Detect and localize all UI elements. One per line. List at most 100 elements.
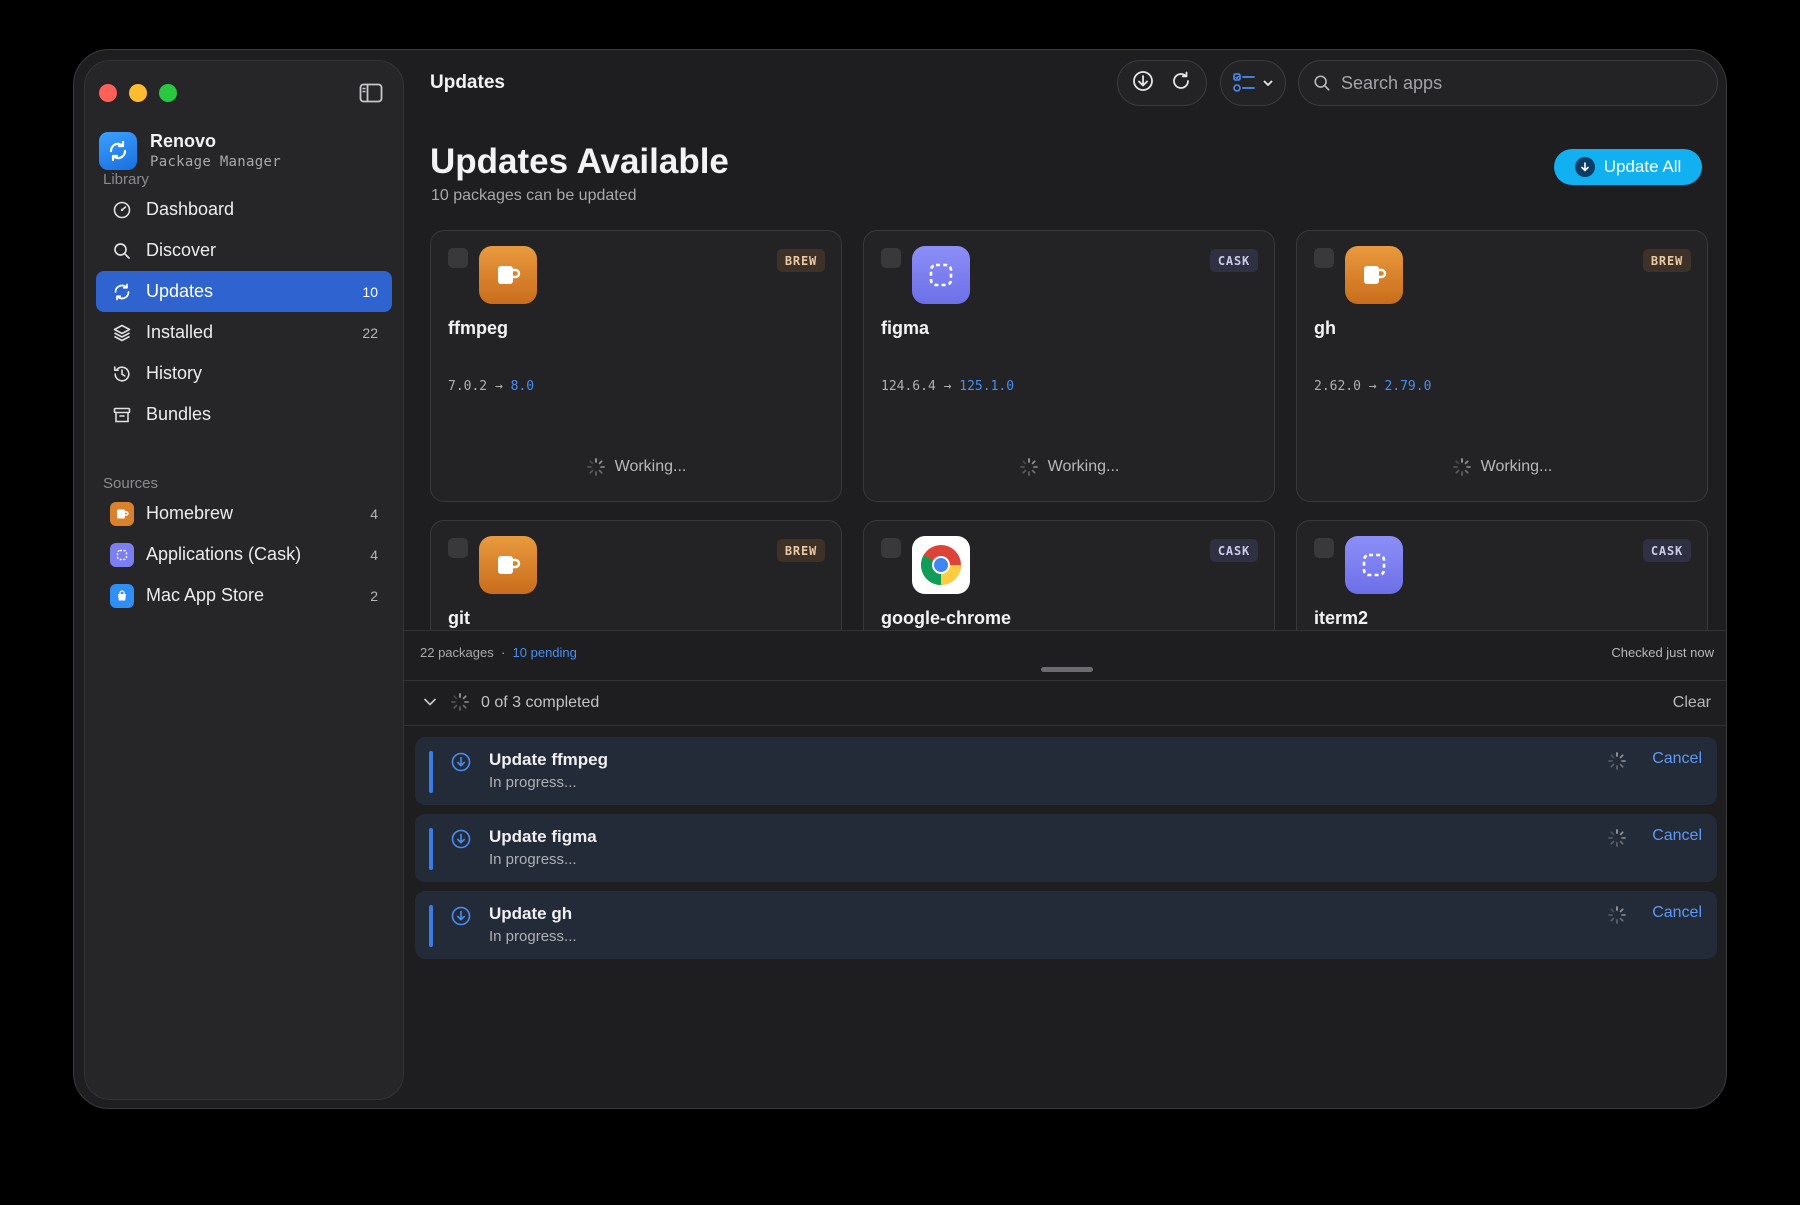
spinner-icon bbox=[450, 692, 470, 717]
update-all-button[interactable]: Update All bbox=[1554, 149, 1702, 185]
panel-resize-handle[interactable] bbox=[1041, 667, 1093, 672]
package-card-ffmpeg[interactable]: BREW ffmpeg 7.0.2 → 8.0 Working... bbox=[430, 230, 842, 502]
package-card-iterm2[interactable]: CASK iterm2 bbox=[1296, 520, 1708, 630]
sidebar-item-updates[interactable]: Updates 10 bbox=[96, 271, 392, 312]
queue-job: Update figma In progress... Cancel bbox=[415, 814, 1717, 882]
library-nav: Dashboard Discover Updates 10 Installed … bbox=[96, 189, 392, 435]
package-type-badge: BREW bbox=[776, 539, 825, 562]
package-type-badge: CASK bbox=[1209, 539, 1258, 562]
select-checkbox[interactable] bbox=[448, 248, 468, 268]
package-status: Working... bbox=[864, 457, 1274, 477]
sidebar-item-history[interactable]: History bbox=[96, 353, 392, 394]
new-version: 125.1.0 bbox=[959, 379, 1015, 394]
task-queue-panel: 0 of 3 completed Clear Update ffmpeg In … bbox=[404, 680, 1726, 1108]
spinner-icon bbox=[1019, 458, 1038, 476]
package-status: Working... bbox=[431, 457, 841, 477]
version-change: 124.6.4 → 125.1.0 bbox=[881, 379, 1015, 394]
package-name: figma bbox=[881, 318, 930, 338]
select-checkbox[interactable] bbox=[881, 248, 901, 268]
status-bar: 22 packages · 10 pending Checked just no… bbox=[404, 630, 1726, 680]
app-store-icon bbox=[110, 583, 134, 608]
sidebar-item-label: Bundles bbox=[146, 404, 212, 424]
spinner-icon bbox=[586, 458, 605, 476]
collapse-button[interactable] bbox=[421, 693, 439, 716]
sidebar-toggle-button[interactable] bbox=[353, 75, 389, 111]
package-name: git bbox=[448, 608, 470, 628]
zoom-window-button[interactable] bbox=[159, 84, 177, 102]
package-card-git[interactable]: BREW git bbox=[430, 520, 842, 630]
package-grid: BREW ffmpeg 7.0.2 → 8.0 Working... CASK … bbox=[430, 230, 1708, 630]
download-icon bbox=[1574, 157, 1595, 177]
sidebar-item-count: 22 bbox=[362, 324, 378, 341]
history-icon bbox=[110, 362, 134, 386]
sidebar-item-count: 10 bbox=[362, 283, 378, 300]
queue-job: Update gh In progress... Cancel bbox=[415, 891, 1717, 959]
app-name: Renovo bbox=[150, 131, 217, 151]
clear-button[interactable]: Clear bbox=[1673, 694, 1711, 712]
new-version: 8.0 bbox=[510, 379, 535, 394]
sidebar-item-installed[interactable]: Installed 22 bbox=[96, 312, 392, 353]
new-version: 2.79.0 bbox=[1384, 379, 1432, 394]
homebrew-icon bbox=[110, 501, 134, 526]
app-window: Renovo Package Manager Library Dashboard… bbox=[73, 49, 1727, 1109]
pending-link[interactable]: 10 pending bbox=[513, 645, 577, 660]
download-icon bbox=[450, 751, 472, 778]
current-version: 7.0.2 bbox=[448, 379, 488, 394]
package-card-figma[interactable]: CASK figma 124.6.4 → 125.1.0 Working... bbox=[863, 230, 1275, 502]
job-accent-bar bbox=[429, 751, 433, 793]
homebrew-app-icon bbox=[479, 536, 537, 594]
sidebar-item-bundles[interactable]: Bundles bbox=[96, 394, 392, 435]
toolbar-action-group bbox=[1117, 60, 1207, 106]
job-status: In progress... bbox=[489, 928, 577, 945]
close-window-button[interactable] bbox=[99, 84, 117, 102]
spinner-icon bbox=[1452, 458, 1471, 476]
sidebar-item-count: 4 bbox=[370, 505, 378, 522]
sidebar-item-count: 2 bbox=[370, 587, 378, 604]
select-checkbox[interactable] bbox=[1314, 538, 1334, 558]
filter-menu-button[interactable] bbox=[1220, 60, 1286, 106]
archive-icon bbox=[110, 403, 134, 427]
refresh-button[interactable] bbox=[1169, 69, 1193, 98]
chrome-app-icon bbox=[912, 536, 970, 594]
chevron-down-icon bbox=[424, 698, 436, 706]
package-card-google-chrome[interactable]: CASK google-chrome bbox=[863, 520, 1275, 630]
checklist-icon bbox=[1233, 73, 1255, 92]
cask-icon bbox=[110, 542, 134, 567]
queue-progress: 0 of 3 completed bbox=[481, 694, 600, 711]
search-field[interactable] bbox=[1298, 60, 1718, 106]
sidebar-source-homebrew[interactable]: Homebrew 4 bbox=[96, 493, 392, 534]
select-checkbox[interactable] bbox=[881, 538, 901, 558]
cancel-button[interactable]: Cancel bbox=[1652, 827, 1702, 845]
sidebar-item-label: Mac App Store bbox=[146, 585, 265, 605]
refresh-icon bbox=[1173, 71, 1189, 89]
search-input[interactable] bbox=[1341, 72, 1701, 94]
cancel-button[interactable]: Cancel bbox=[1652, 904, 1702, 922]
minimize-window-button[interactable] bbox=[129, 84, 147, 102]
sidebar-item-dashboard[interactable]: Dashboard bbox=[96, 189, 392, 230]
package-card-gh[interactable]: BREW gh 2.62.0 → 2.79.0 Working... bbox=[1296, 230, 1708, 502]
select-checkbox[interactable] bbox=[448, 538, 468, 558]
sidebar-item-discover[interactable]: Discover bbox=[96, 230, 392, 271]
sidebar-item-count: 4 bbox=[370, 546, 378, 563]
sidebar-source-cask[interactable]: Applications (Cask) 4 bbox=[96, 534, 392, 575]
sidebar-item-label: History bbox=[146, 363, 203, 383]
cask-app-icon bbox=[912, 246, 970, 304]
select-checkbox[interactable] bbox=[1314, 248, 1334, 268]
sources-section-label: Sources bbox=[103, 475, 159, 492]
search-icon bbox=[1314, 75, 1330, 91]
download-button[interactable] bbox=[1131, 69, 1155, 98]
package-name: ffmpeg bbox=[448, 318, 508, 338]
package-type-badge: CASK bbox=[1209, 249, 1258, 272]
sidebar-source-mac-app-store[interactable]: Mac App Store 2 bbox=[96, 575, 392, 616]
separator: · bbox=[500, 645, 506, 660]
job-title: Update ffmpeg bbox=[489, 750, 608, 769]
job-title: Update figma bbox=[489, 827, 597, 846]
sidebar-item-label: Installed bbox=[146, 322, 214, 342]
sidebar-item-label: Updates bbox=[146, 281, 214, 301]
status-label: Working... bbox=[1480, 458, 1553, 475]
download-icon bbox=[450, 905, 472, 932]
cancel-button[interactable]: Cancel bbox=[1652, 750, 1702, 768]
renovo-logo-icon bbox=[99, 131, 137, 170]
queue-header: 0 of 3 completed Clear bbox=[404, 681, 1726, 726]
sync-icon bbox=[110, 280, 134, 304]
